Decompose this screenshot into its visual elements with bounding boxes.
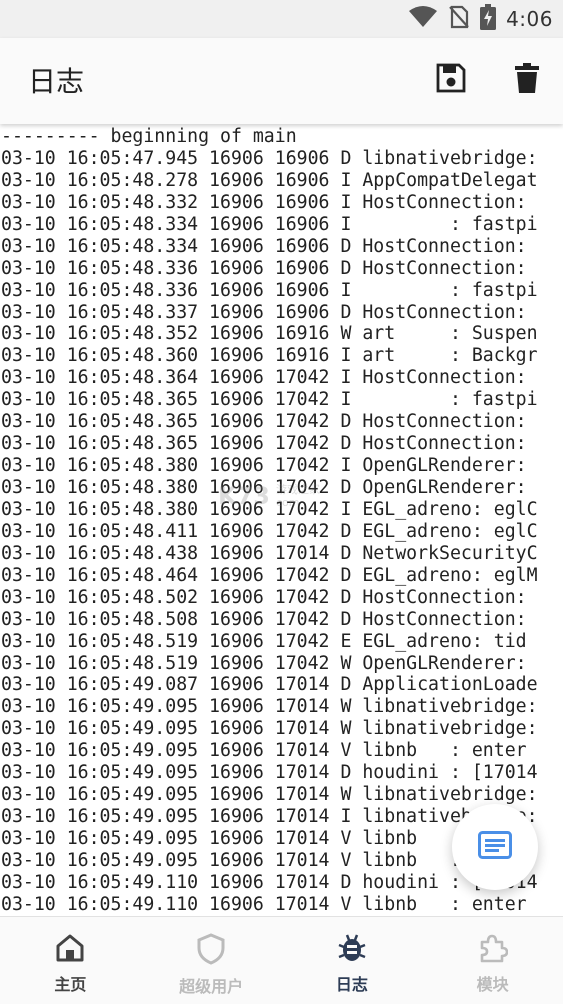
log-line: 03-10 16:05:49.087 16906 17014 D Applica…	[1, 674, 538, 696]
log-line: 03-10 16:05:48.464 16906 17042 D EGL_adr…	[1, 564, 538, 586]
log-line: 03-10 16:05:48.380 16906 17042 D OpenGLR…	[1, 477, 538, 498]
log-line: 03-10 16:05:48.334 16906 16906 I : fastp…	[1, 213, 538, 235]
log-line: 03-10 16:05:48.336 16906 16906 D HostCon…	[1, 257, 538, 279]
home-icon	[55, 933, 85, 967]
log-line: 03-10 16:05:48.336 16906 16906 I : fastp…	[1, 279, 538, 301]
log-line: 03-10 16:05:49.095 16906 17014 D houdini…	[1, 762, 538, 784]
log-line: 03-10 16:05:48.337 16906 16906 D HostCon…	[1, 301, 538, 323]
log-line: 03-10 16:05:49.095 16906 17014 W libnati…	[1, 784, 538, 806]
bug-icon	[337, 933, 367, 967]
log-file-icon	[478, 831, 512, 863]
page-title: 日志	[28, 65, 85, 98]
log-line: 03-10 16:05:48.332 16906 16906 I HostCon…	[1, 191, 538, 213]
log-line: 03-10 16:05:48.519 16906 17042 W OpenGLR…	[1, 652, 538, 674]
log-line: --------- beginning of main	[1, 126, 297, 147]
status-icons: 4:06	[408, 4, 553, 34]
log-line: 03-10 16:05:48.438 16906 17014 D Network…	[1, 542, 538, 564]
nav-item-home[interactable]: 主页	[0, 917, 141, 1004]
delete-button[interactable]	[509, 62, 545, 98]
log-line: 03-10 16:05:49.095 16906 17014 V libnb :…	[1, 740, 538, 762]
log-line: 03-10 16:05:48.360 16906 16916 I art : B…	[1, 345, 538, 367]
nav-item-log-label: 日志	[335, 975, 368, 994]
log-line: 03-10 16:05:48.278 16906 16906 I AppComp…	[1, 169, 538, 191]
log-line: 03-10 16:05:48.365 16906 17042 I : fastp…	[1, 389, 538, 411]
log-line: 03-10 16:05:47.945 16906 16906 D libnati…	[1, 147, 549, 169]
bottom-nav: 主页 超级用户 日志 模块	[0, 916, 563, 1004]
wifi-icon	[408, 5, 438, 33]
log-line: 03-10 16:05:48.352 16906 16916 W art : S…	[1, 323, 538, 345]
app-actions	[433, 62, 545, 98]
log-line: 03-10 16:05:48.380 16906 17042 I EGL_adr…	[1, 498, 538, 520]
save-button[interactable]	[433, 62, 469, 98]
log-line: 03-10 16:05:48.364 16906 17042 I HostCon…	[1, 367, 538, 389]
log-line: 03-10 16:05:49.110 16906 17014 V libnb :…	[1, 893, 538, 915]
nav-item-superuser-label: 超级用户	[179, 977, 244, 996]
nav-item-superuser[interactable]: 超级用户	[141, 917, 282, 1004]
app-bar: 日志	[0, 38, 563, 124]
log-line: 03-10 16:05:48.380 16906 17042 I OpenGLR…	[1, 455, 538, 477]
log-line: 03-10 16:05:48.365 16906 17042 D HostCon…	[1, 433, 538, 455]
log-line: 03-10 16:05:48.411 16906 17042 D EGL_adr…	[1, 520, 538, 542]
nav-item-log[interactable]: 日志	[282, 917, 423, 1004]
nav-item-modules[interactable]: 模块	[422, 917, 563, 1004]
log-line: 03-10 16:05:48.334 16906 16906 D HostCon…	[1, 235, 538, 257]
log-line: 03-10 16:05:48.508 16906 17042 D HostCon…	[1, 608, 538, 630]
log-line: 03-10 16:05:49.095 16906 17014 W libnati…	[1, 718, 538, 740]
save-icon	[436, 63, 466, 97]
battery-charging-icon	[480, 4, 497, 34]
log-line: 03-10 16:05:49.095 16906 17014 W libnati…	[1, 696, 538, 718]
shield-icon	[196, 933, 226, 969]
log-line: 03-10 16:05:48.502 16906 17042 D HostCon…	[1, 586, 538, 608]
log-fab-button[interactable]	[452, 804, 538, 890]
puzzle-icon	[478, 933, 508, 967]
log-line: 03-10 16:05:48.519 16906 17042 E EGL_adr…	[1, 630, 538, 652]
status-bar: 4:06	[0, 0, 563, 38]
status-time: 4:06	[506, 7, 553, 31]
log-line: 03-10 16:05:48.365 16906 17042 D HostCon…	[1, 411, 538, 433]
nav-item-home-label: 主页	[54, 975, 87, 994]
log-view[interactable]: --------- beginning of main 03-10 16:05:4…	[0, 126, 563, 916]
delete-icon	[515, 63, 539, 97]
no-sim-icon	[448, 5, 470, 33]
nav-item-modules-label: 模块	[476, 975, 509, 994]
